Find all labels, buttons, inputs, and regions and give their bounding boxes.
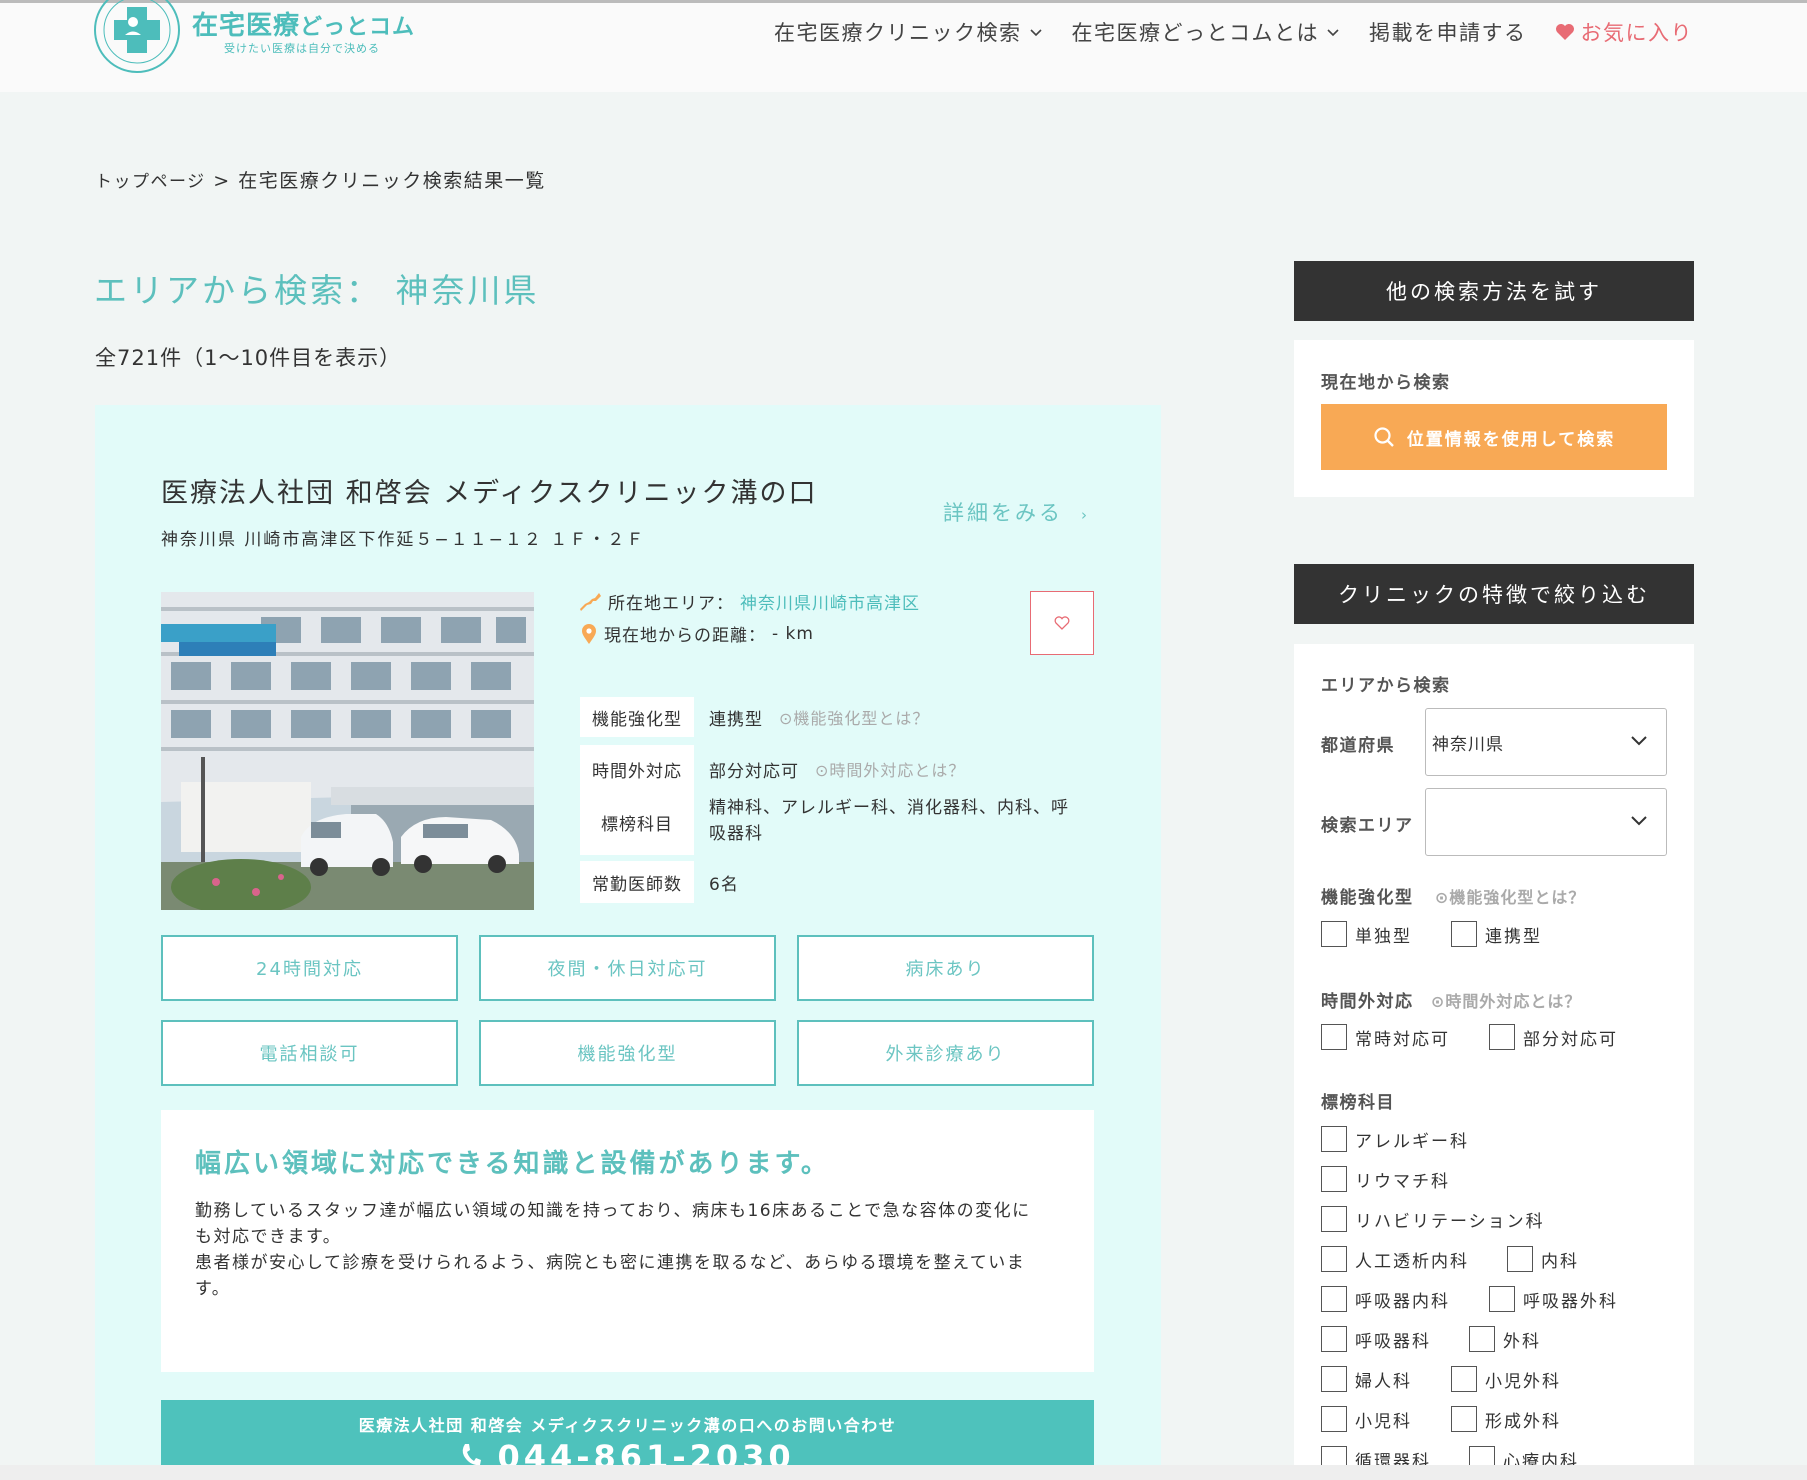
tag-phone[interactable]: 電話相談可 (161, 1020, 458, 1086)
attr-label: 機能強化型 (580, 697, 694, 737)
clinic-card: 医療法人社団 和啓会 メディクスクリニック溝の口 詳細をみる › 神奈川県 川崎市… (95, 405, 1161, 1480)
afterhours-help-link[interactable]: ⊙時間外対応とは？ (1431, 992, 1581, 1011)
attr-label: 標榜科目 (580, 789, 694, 855)
other-search-box: 現在地から検索 位置情報を使用して検索 (1294, 340, 1694, 497)
prefecture-label: 都道府県 (1321, 736, 1395, 756)
clinic-address: 神奈川県 川崎市高津区下作延５−１１−１２ １Ｆ・２Ｆ (161, 530, 646, 550)
clinic-distance: 現在地からの距離： - km (580, 621, 814, 646)
chevron-down-icon (1327, 29, 1339, 37)
nav-favorites[interactable]: お気に入り (1555, 17, 1694, 47)
area-select[interactable] (1425, 788, 1667, 856)
tag-outpatient[interactable]: 外来診療あり (797, 1020, 1094, 1086)
afterhours-help-link[interactable]: ⊙時間外対応とは？ (815, 757, 965, 781)
checkbox-department[interactable]: 小児外科 (1451, 1366, 1561, 1392)
checkbox-department[interactable]: 呼吸器外科 (1489, 1286, 1618, 1312)
attr-doctors: 常勤医師数 6名 (580, 861, 739, 903)
function-help-link[interactable]: ⊙機能強化型とは？ (779, 705, 929, 729)
nav-apply[interactable]: 掲載を申請する (1369, 17, 1527, 47)
tag-night-holiday[interactable]: 夜間・休日対応可 (479, 935, 776, 1001)
attr-value: 部分対応可 (709, 761, 799, 782)
checkbox-department[interactable]: 人工透析内科 (1321, 1246, 1469, 1272)
afterhours-label: 時間外対応 ⊙時間外対応とは？ (1321, 992, 1582, 1012)
logo-tagline: 受けたい医療は自分で決める (224, 42, 380, 55)
geo-search-button[interactable]: 位置情報を使用して検索 (1321, 404, 1667, 470)
checkbox-department[interactable]: 内科 (1507, 1246, 1579, 1272)
checkbox-department[interactable]: リウマチ科 (1321, 1166, 1450, 1192)
current-location-label: 現在地から検索 (1321, 373, 1451, 393)
function-label: 機能強化型 ⊙機能強化型とは？ (1321, 888, 1586, 908)
japan-map-icon (580, 592, 601, 611)
nav-clinic-search[interactable]: 在宅医療クリニック検索 (774, 17, 1044, 47)
breadcrumb: トップページ > 在宅医療クリニック検索結果一覧 (95, 166, 546, 193)
breadcrumb-separator: > (213, 170, 231, 192)
department-label: 標榜科目 (1321, 1093, 1395, 1113)
page-title: エリアから検索： 神奈川県 (94, 271, 540, 310)
tag-24h[interactable]: 24時間対応 (161, 935, 458, 1001)
attr-departments: 標榜科目 精神科、アレルギー科、消化器科、内科、呼 吸器科 (580, 789, 1069, 855)
heart-icon (1555, 24, 1574, 40)
area-search-label: エリアから検索 (1321, 676, 1451, 696)
checkbox-department[interactable]: 形成外科 (1451, 1406, 1561, 1432)
filter-heading: クリニックの特徴で絞り込む (1294, 564, 1694, 624)
clinic-area-value[interactable]: 神奈川県川崎市高津区 (740, 589, 920, 614)
clinic-area: 所在地エリア： 神奈川県川崎市高津区 (580, 589, 920, 614)
description-heading: 幅広い領域に対応できる知識と設備があります。 (195, 1149, 830, 1179)
attr-label: 常勤医師数 (580, 861, 694, 903)
checkbox-department[interactable]: 外科 (1469, 1326, 1541, 1352)
attr-afterhours: 時間外対応 部分対応可 ⊙時間外対応とは？ (580, 737, 965, 793)
breadcrumb-current: 在宅医療クリニック検索結果一覧 (238, 170, 546, 192)
chevron-down-icon (1631, 736, 1647, 746)
site-header: 在宅医療どっとコム 受けたい医療は自分で決める 在宅医療クリニック検索 在宅医療… (0, 0, 1807, 92)
area-label: 検索エリア (1321, 816, 1414, 836)
detail-link[interactable]: 詳細をみる › (943, 497, 1090, 527)
description-text: 勤務しているスタッフ達が幅広い領域の知識を持っており、病床も16床あることで急な… (195, 1201, 1031, 1299)
location-pin-icon (582, 623, 596, 644)
heart-outline-icon (1054, 616, 1070, 630)
chevron-down-icon (1631, 816, 1647, 826)
contact-label: 医療法人社団 和啓会 メディクスクリニック溝の口へのお問い合わせ (358, 1416, 897, 1435)
filter-box: エリアから検索 都道府県 神奈川県 検索エリア 機能強化型 ⊙機能強化型とは？ … (1294, 644, 1694, 1480)
attr-value: 6名 (709, 874, 739, 895)
logo-title[interactable]: 在宅医療どっとコム (192, 5, 415, 42)
prefecture-select[interactable]: 神奈川県 (1425, 708, 1667, 776)
checkbox-function-linked[interactable]: 連携型 (1451, 921, 1542, 947)
chevron-right-icon: › (1081, 506, 1090, 524)
logo-icon[interactable] (92, 0, 182, 75)
search-icon (1374, 427, 1394, 447)
checkbox-department[interactable]: アレルギー科 (1321, 1126, 1469, 1152)
checkbox-department[interactable]: リハビリテーション科 (1321, 1206, 1545, 1232)
attr-value: 精神科、アレルギー科、消化器科、内科、呼 吸器科 (709, 798, 1069, 844)
checkbox-department[interactable]: 呼吸器内科 (1321, 1286, 1450, 1312)
favorite-button[interactable] (1030, 591, 1094, 655)
viewport-bottom-edge (0, 1465, 1807, 1480)
tag-beds[interactable]: 病床あり (797, 935, 1094, 1001)
checkbox-department[interactable]: 小児科 (1321, 1406, 1412, 1432)
function-help-link[interactable]: ⊙機能強化型とは？ (1435, 888, 1585, 907)
clinic-photo (161, 592, 534, 910)
attr-value: 連携型 (709, 709, 763, 730)
checkbox-department[interactable]: 婦人科 (1321, 1366, 1412, 1392)
clinic-description: 幅広い領域に対応できる知識と設備があります。 勤務しているスタッフ達が幅広い領域… (161, 1110, 1094, 1372)
other-search-heading: 他の検索方法を試す (1294, 261, 1694, 321)
checkbox-department[interactable]: 呼吸器科 (1321, 1326, 1431, 1352)
attr-label: 時間外対応 (580, 745, 694, 793)
tag-function[interactable]: 機能強化型 (479, 1020, 776, 1086)
attr-function: 機能強化型 連携型 ⊙機能強化型とは？ (580, 697, 929, 737)
nav-about[interactable]: 在宅医療どっとコムとは (1072, 17, 1342, 47)
global-nav: 在宅医療クリニック検索 在宅医療どっとコムとは 掲載を申請する お気に入り (774, 17, 1693, 47)
checkbox-function-solo[interactable]: 単独型 (1321, 921, 1412, 947)
result-count: 全721件（1〜10件目を表示） (95, 346, 402, 370)
breadcrumb-home[interactable]: トップページ (95, 172, 206, 192)
checkbox-afterhours-always[interactable]: 常時対応可 (1321, 1024, 1450, 1050)
chevron-down-icon (1029, 29, 1042, 37)
clinic-name[interactable]: 医療法人社団 和啓会 メディクスクリニック溝の口 (161, 471, 817, 510)
checkbox-afterhours-partial[interactable]: 部分対応可 (1489, 1024, 1618, 1050)
